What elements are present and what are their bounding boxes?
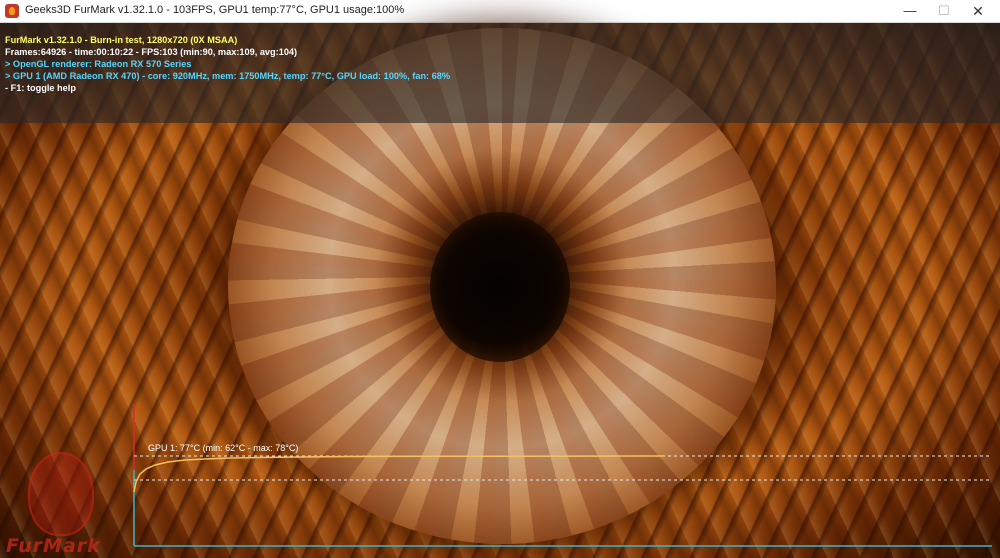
gpu-temp-curve <box>133 455 666 493</box>
gpu-temp-graph-label: GPU 1: 77°C (min: 62°C - max: 78°C) <box>148 443 299 453</box>
temperature-graph <box>133 404 992 547</box>
